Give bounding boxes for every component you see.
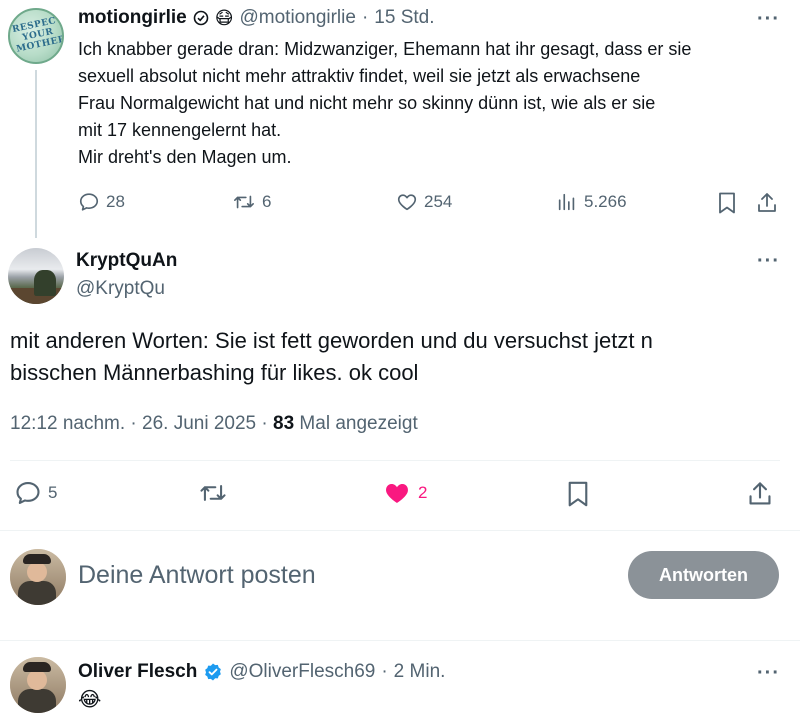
circle-check-icon <box>193 10 209 26</box>
bookmark-icon <box>565 479 591 509</box>
repost-count: 6 <box>262 192 272 211</box>
bookmark-button[interactable] <box>716 191 738 215</box>
avatar-tree <box>34 270 56 296</box>
like-button[interactable]: 254 <box>396 191 452 213</box>
reply-count: 28 <box>106 192 125 211</box>
analytics-icon <box>556 191 578 213</box>
tweet-header: motiongirlie 😷 @motiongirlie · 15 Std. <box>78 7 435 29</box>
repost-button[interactable] <box>198 479 228 507</box>
tweet-text: 😂 <box>78 689 102 711</box>
views-number: 83 <box>273 413 295 434</box>
timestamp[interactable]: 12:12 nachm. · 26. Juni 2025 · <box>10 413 268 434</box>
reply-submit-button[interactable]: Antworten <box>628 551 779 599</box>
tweet-text-line: bisschen Männerbashing für likes. ok coo… <box>10 360 419 385</box>
tweet-text-line: Mir dreht's den Magen um. <box>78 147 292 167</box>
reply-input[interactable]: Deine Antwort posten <box>78 561 316 590</box>
repost-button[interactable]: 6 <box>232 191 271 213</box>
more-options-icon[interactable]: ··· <box>757 662 780 685</box>
like-count: 254 <box>424 192 453 211</box>
tweet-text-line: Ich knabber gerade dran: Midzwanziger, E… <box>78 39 692 59</box>
tweet-header: Oliver Flesch @OliverFlesch69 · 2 Min. <box>78 661 445 683</box>
divider <box>10 460 780 461</box>
display-name[interactable]: Oliver Flesch <box>78 661 197 683</box>
repost-icon <box>198 479 228 507</box>
more-options-icon[interactable]: ··· <box>757 8 780 31</box>
tweet-meta: 12:12 nachm. · 26. Juni 2025 · 83 Mal an… <box>10 413 418 435</box>
mask-emoji: 😷 <box>214 7 234 28</box>
divider <box>0 640 800 641</box>
handle[interactable]: @motiongirlie <box>240 7 356 29</box>
handle[interactable]: @OliverFlesch69 <box>229 661 375 683</box>
display-name[interactable]: KryptQuAn <box>76 250 177 272</box>
like-count: 2 <box>418 483 428 502</box>
tweet-text-line: mit anderen Worten: Sie ist fett geworde… <box>10 328 653 353</box>
tweet-text: mit anderen Worten: Sie ist fett geworde… <box>10 325 780 389</box>
heart-filled-icon <box>382 479 412 507</box>
reply-icon <box>78 191 100 213</box>
share-icon <box>747 479 773 509</box>
tweet-text-line: mit 17 kennengelernt hat. <box>78 120 282 140</box>
repost-icon <box>232 191 256 213</box>
views-button[interactable]: 5.266 <box>556 191 627 213</box>
more-options-icon[interactable]: ··· <box>757 250 780 273</box>
separator: · <box>361 7 369 28</box>
avatar[interactable] <box>10 657 66 713</box>
bookmark-icon <box>716 191 738 215</box>
views-label: Mal angezeigt <box>299 413 418 434</box>
display-name[interactable]: motiongirlie <box>78 7 187 29</box>
tweet-time[interactable]: 2 Min. <box>394 661 446 683</box>
view-count: 5.266 <box>584 192 627 211</box>
avatar-text: RESPECT YOUR MOTHER <box>11 14 64 55</box>
user-avatar[interactable] <box>10 549 66 605</box>
handle[interactable]: @KryptQu <box>76 278 165 300</box>
tweet-text-line: sexuell absolut nicht mehr attraktiv fin… <box>78 66 641 86</box>
reply-button[interactable]: 5 <box>14 479 57 507</box>
separator: · <box>381 661 388 682</box>
reply-count: 5 <box>48 483 58 502</box>
tweet-time[interactable]: 15 Std. <box>374 7 434 29</box>
tweet-text-line: Frau Normalgewicht hat und nicht mehr so… <box>78 93 656 113</box>
like-button[interactable]: 2 <box>382 479 427 507</box>
share-button[interactable] <box>747 479 773 509</box>
avatar[interactable]: RESPECT YOUR MOTHER <box>8 8 64 64</box>
bookmark-button[interactable] <box>565 479 591 509</box>
share-button[interactable] <box>756 191 778 215</box>
reply-button[interactable]: 28 <box>78 191 125 213</box>
avatar[interactable] <box>8 248 64 304</box>
heart-icon <box>396 191 418 213</box>
verified-badge-icon <box>203 662 223 682</box>
divider <box>0 530 800 531</box>
tweet-text: Ich knabber gerade dran: Midzwanziger, E… <box>78 36 778 171</box>
share-icon <box>756 191 778 215</box>
reply-icon <box>14 479 42 507</box>
thread-line <box>35 70 37 238</box>
